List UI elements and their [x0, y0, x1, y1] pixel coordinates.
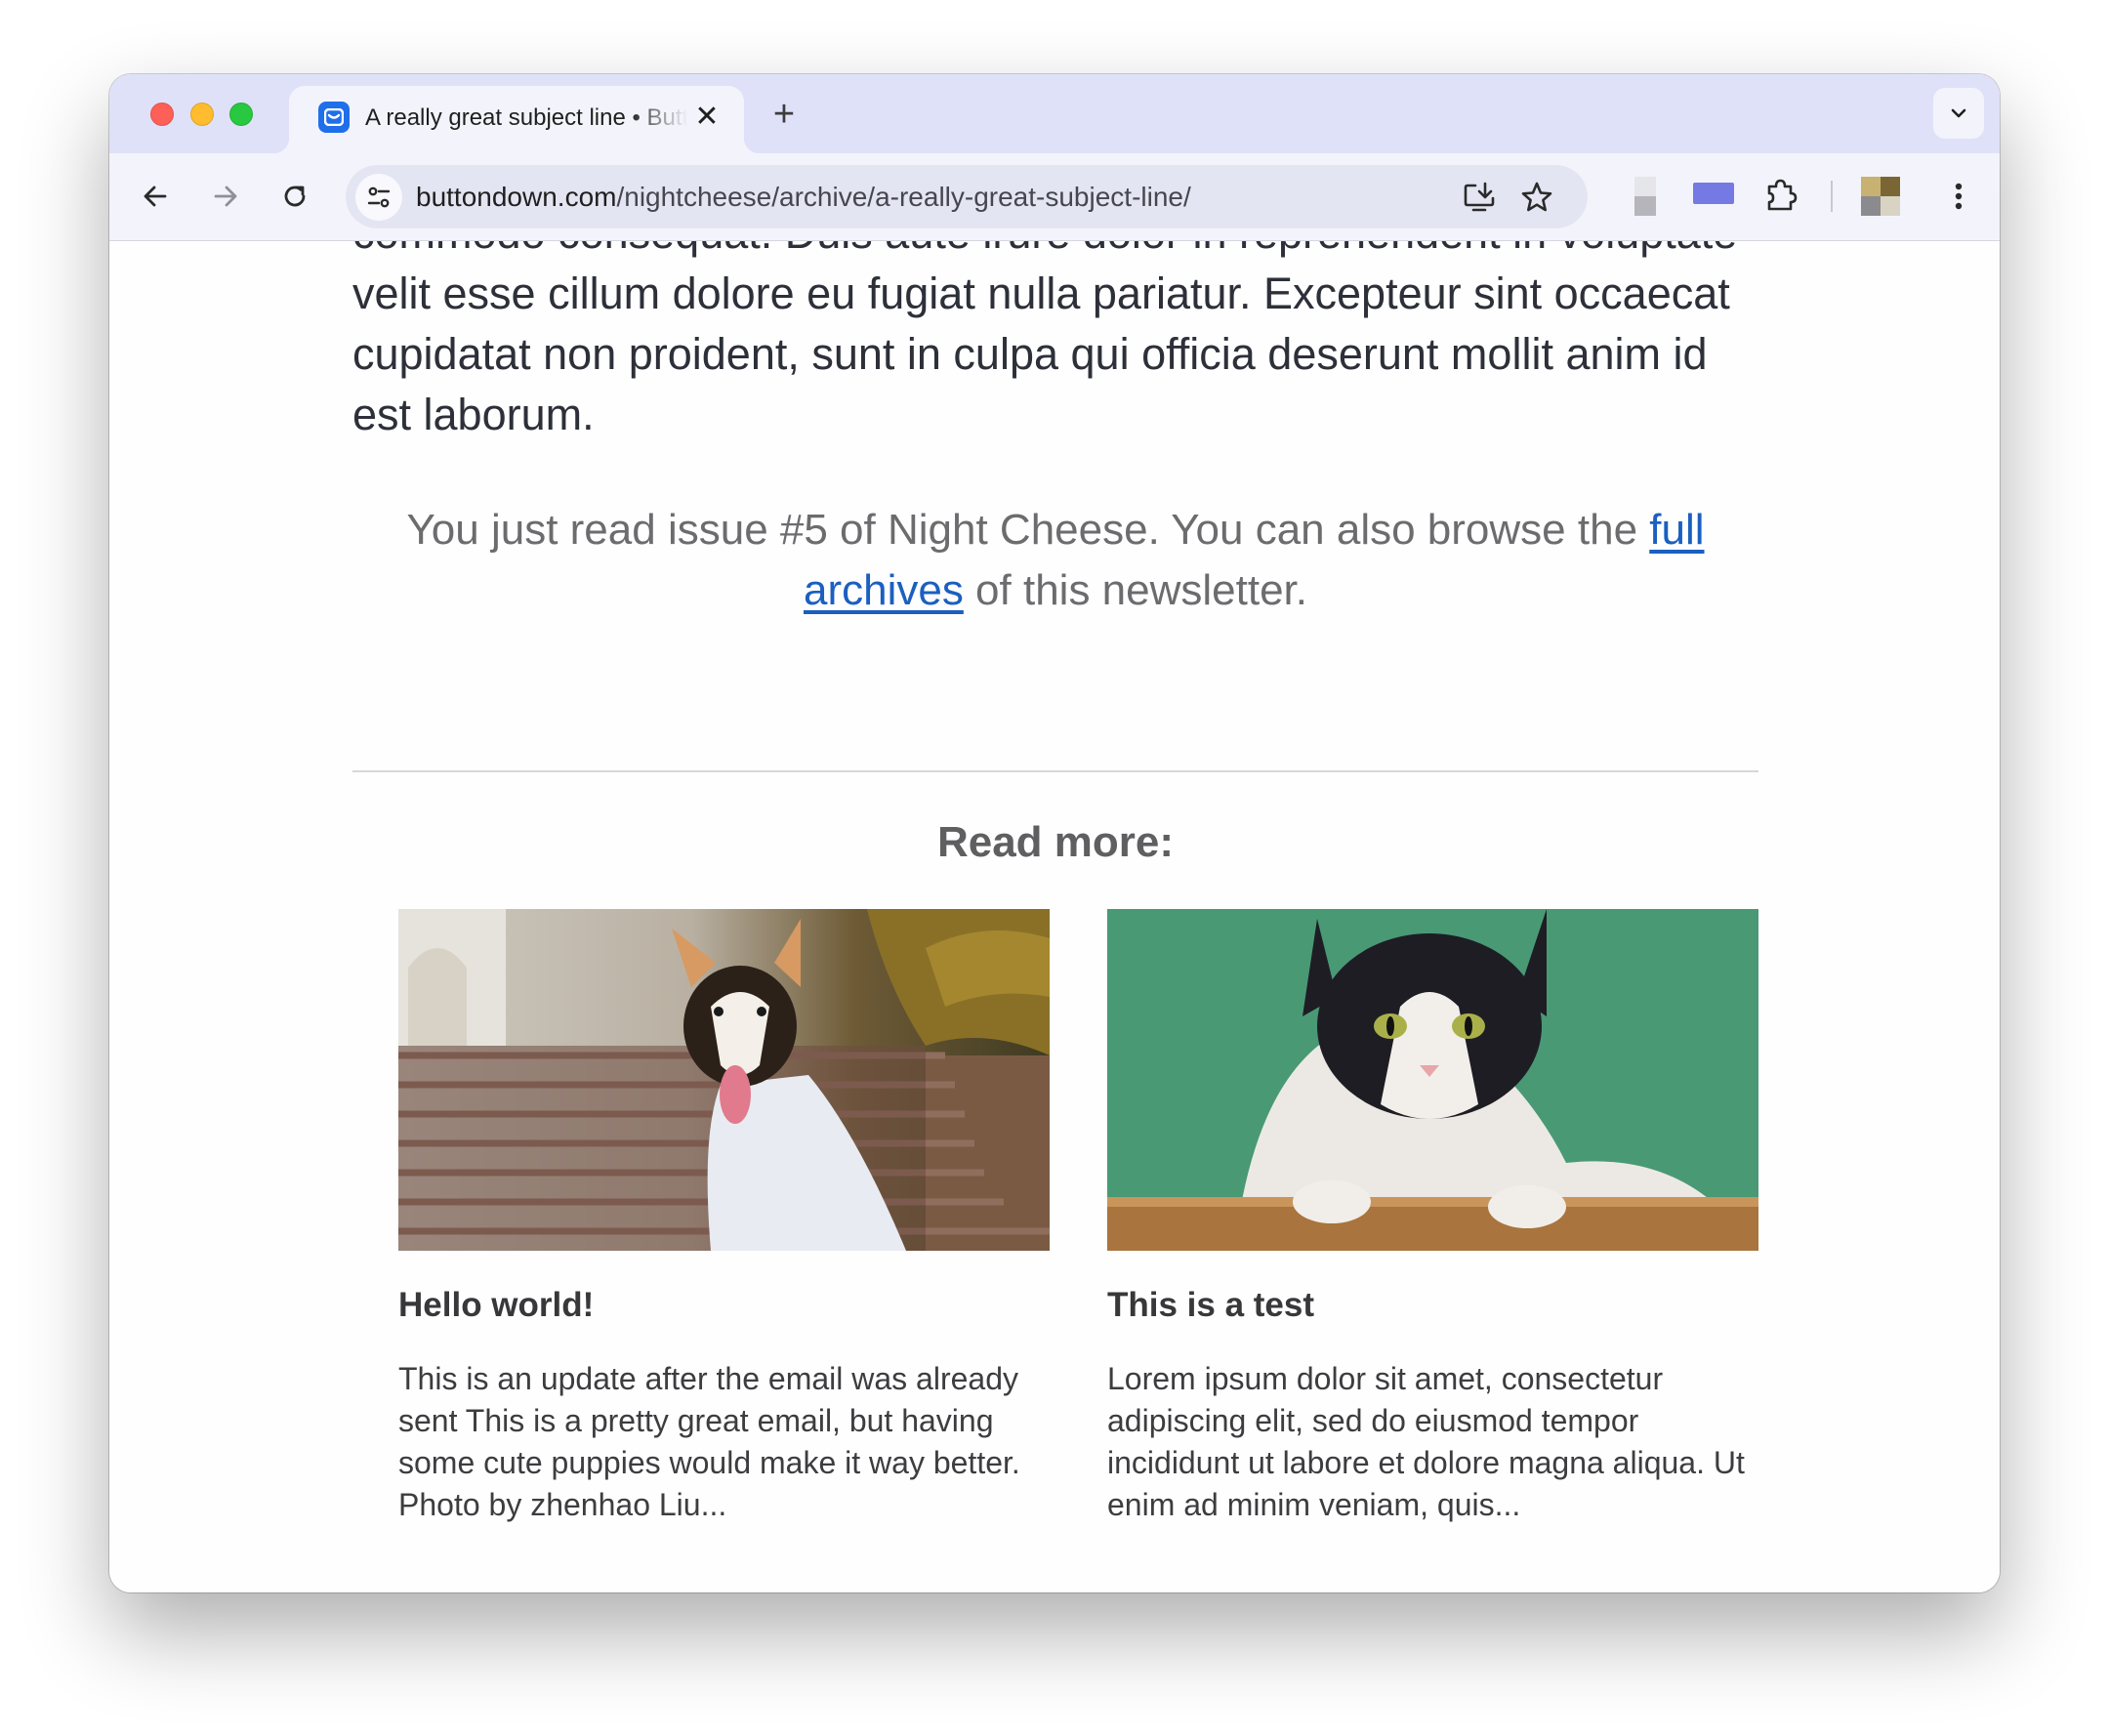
url-text[interactable]: buttondown.com/nightcheese/archive/a-rea…: [416, 181, 1191, 214]
read-more-heading: Read more:: [936, 818, 1175, 866]
forward-button[interactable]: [204, 175, 247, 218]
browser-window: A really great subject line • Buttondown…: [109, 74, 2000, 1592]
bookmark-button[interactable]: [1519, 180, 1554, 215]
tab-strip: A really great subject line • Buttondown…: [109, 74, 2000, 153]
active-tab[interactable]: A really great subject line • Buttondown…: [273, 86, 760, 153]
extensions-puzzle-icon: [1767, 179, 1798, 211]
section-divider: [352, 770, 1758, 772]
new-tab-icon[interactable]: +: [765, 95, 804, 134]
archive-note-text: You just read issue #5 of Night Cheese. …: [406, 506, 1650, 554]
close-tab-icon[interactable]: ✕: [692, 103, 722, 132]
card-title[interactable]: This is a test: [1107, 1283, 1758, 1328]
archive-note-suffix: of this newsletter.: [963, 566, 1307, 614]
close-window-button[interactable]: [150, 103, 174, 126]
site-info-button[interactable]: [355, 174, 402, 221]
more-vert-icon: [1955, 183, 1963, 210]
extension-icon-gray[interactable]: [1634, 177, 1656, 216]
article-body: commodo consequat. Duis aute irure dolor…: [352, 241, 1758, 445]
address-bar[interactable]: buttondown.com/nightcheese/archive/a-rea…: [346, 165, 1588, 228]
bookmark-star-icon: [1521, 182, 1552, 212]
toolbar-separator: [1831, 181, 1833, 212]
url-path: /nightcheese/archive/a-really-great-subj…: [616, 182, 1191, 212]
reload-button[interactable]: [273, 175, 316, 218]
extensions-button[interactable]: [1759, 175, 1802, 218]
chevron-down-icon: [1951, 108, 1966, 118]
minimize-window-button[interactable]: [190, 103, 214, 126]
browser-toolbar: buttondown.com/nightcheese/archive/a-rea…: [109, 153, 2000, 241]
install-app-button[interactable]: [1462, 180, 1497, 215]
cat-photo[interactable]: [1107, 909, 1758, 1251]
zoom-window-button[interactable]: [229, 103, 253, 126]
buttondown-favicon-icon: [318, 102, 350, 133]
install-app-icon: [1464, 182, 1495, 212]
browser-menu-button[interactable]: [1939, 177, 1978, 216]
forward-arrow-icon: [214, 186, 237, 207]
back-arrow-icon: [144, 186, 167, 207]
tab-search-button[interactable]: [1933, 88, 1984, 139]
page-content: commodo consequat. Duis aute irure dolor…: [109, 241, 2000, 1592]
card-excerpt: This is an update after the email was al…: [398, 1361, 1020, 1522]
back-button[interactable]: [134, 175, 177, 218]
card-title[interactable]: Hello world!: [398, 1283, 1050, 1328]
profile-avatar[interactable]: [1861, 177, 1900, 216]
extension-icon-purple[interactable]: [1693, 183, 1734, 204]
site-info-icon: [367, 186, 391, 208]
reload-icon: [284, 186, 306, 207]
corgi-photo[interactable]: [398, 909, 1050, 1251]
article-paragraph: commodo consequat. Duis aute irure dolor…: [352, 241, 1737, 439]
card-excerpt: Lorem ipsum dolor sit amet, consectetur …: [1107, 1361, 1745, 1522]
tab-title: A really great subject line • Buttondown: [365, 104, 687, 131]
url-host: buttondown.com: [416, 182, 617, 212]
archive-note: You just read issue #5 of Night Cheese. …: [393, 500, 1718, 621]
